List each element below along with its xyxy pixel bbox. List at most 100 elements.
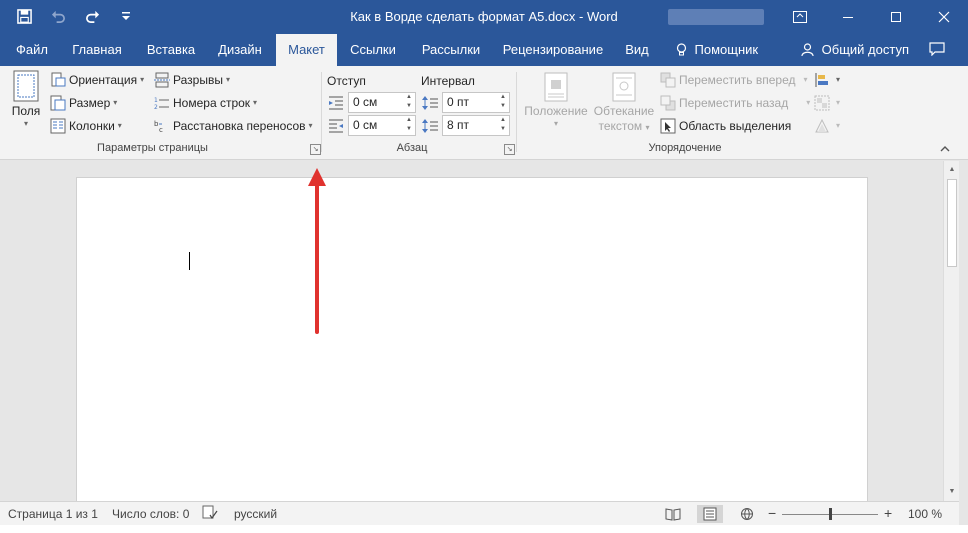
hyphenation-label: Расстановка переносов [173,119,306,133]
word-count[interactable]: Число слов: 0 [112,507,189,521]
maximize-icon[interactable] [872,0,920,34]
group-separator [321,72,322,152]
line-numbers-icon: 12 [154,97,169,111]
line-numbers-button[interactable]: 12 Номера строк ▾ [154,93,257,113]
document-page[interactable] [76,177,868,507]
ribbon-display-options-icon[interactable] [776,0,824,34]
zoom-in-button[interactable]: + [884,505,892,521]
window-edge [959,161,968,533]
tab-references[interactable]: Ссылки [343,34,403,66]
spinner-arrows-icon[interactable]: ▲ ▼ [403,116,415,135]
align-icon [815,73,828,87]
rotate-icon [815,118,829,133]
group-separator [516,72,517,152]
margins-button[interactable]: Поля ▾ [6,70,46,128]
tab-review[interactable]: Рецензирование [498,34,608,66]
collapse-ribbon-icon[interactable] [940,144,950,155]
tab-mailings[interactable]: Рассылки [414,34,488,66]
hyphenation-icon: bc [154,120,163,134]
position-label: Положение [524,104,588,118]
close-icon[interactable] [920,0,968,34]
share-button[interactable]: Общий доступ [800,34,910,66]
window-controls [776,0,968,34]
position-button[interactable]: Положение ▾ [522,72,590,128]
margins-label: Поля [11,104,41,118]
tab-layout[interactable]: Макет [276,34,337,66]
bring-forward-icon [660,72,676,88]
paragraph-dialog-launcher-icon[interactable]: ↘ [504,144,515,155]
spacing-before-input[interactable]: 0 пт ▲ ▼ [442,92,510,113]
print-layout-icon[interactable] [697,505,723,523]
indent-right-icon [329,119,343,132]
vertical-scrollbar[interactable]: ▲ ▼ [943,161,959,501]
indent-left-icon [329,96,343,109]
word-window: Как в Ворде сделать формат А5.docx - Wor… [0,0,968,533]
comments-icon[interactable] [922,34,952,66]
proofing-icon[interactable] [202,505,218,524]
tell-me-label: Помощник [694,42,759,57]
page-count[interactable]: Страница 1 из 1 [8,507,98,521]
orientation-button[interactable]: Ориентация ▾ [50,70,144,90]
send-backward-icon [660,95,676,111]
wrap-text-icon [612,72,636,102]
minimize-icon[interactable] [824,0,872,34]
spacing-after-input[interactable]: 8 пт ▲ ▼ [442,115,510,136]
status-bar: Страница 1 из 1 Число слов: 0 русский − … [0,501,959,525]
read-mode-icon[interactable] [660,505,686,523]
language[interactable]: русский [234,507,277,521]
indent-right-input[interactable]: 0 см ▲ ▼ [348,115,416,136]
spacing-label: Интервал [421,74,475,88]
indent-label: Отступ [327,74,366,88]
wrap-text-button[interactable]: Обтекание текстом ▾ [592,72,656,135]
hyphenation-button[interactable]: bc Расстановка переносов ▾ [154,116,313,136]
orientation-icon [51,72,66,87]
zoom-slider-thumb[interactable] [829,508,832,520]
document-area [0,161,943,507]
tab-design[interactable]: Дизайн [211,34,269,66]
zoom-level[interactable]: 100 % [908,507,942,521]
tab-file[interactable]: Файл [6,34,58,66]
align-button[interactable]: ▾ [814,70,840,90]
scrollbar-thumb[interactable] [947,179,957,267]
columns-button[interactable]: Колонки ▾ [50,116,122,136]
tab-home[interactable]: Главная [66,34,128,66]
bring-forward-button[interactable]: Переместить вперед ▾ [660,70,808,90]
tab-view[interactable]: Вид [618,34,656,66]
indent-right-control: 0 см ▲ ▼ [327,115,416,136]
selection-pane-label: Область выделения [679,119,792,133]
group-objects-button[interactable]: ▾ [814,93,840,113]
red-arrow-annotation [308,168,326,334]
arrange-group-label: Упорядочение [648,142,722,154]
svg-text:c: c [159,126,163,134]
spacing-before-icon [422,95,438,110]
svg-text:2: 2 [154,104,158,111]
send-backward-label: Переместить назад [679,96,789,110]
bottom-border [0,525,968,533]
tab-tell-me[interactable]: Помощник [672,34,762,66]
spinner-arrows-icon[interactable]: ▲ ▼ [497,93,509,112]
breaks-button[interactable]: Разрывы ▾ [154,70,230,90]
selection-pane-button[interactable]: Область выделения [660,116,791,136]
scroll-up-icon[interactable]: ▲ [944,163,960,177]
title-bar: Как в Ворде сделать формат А5.docx - Wor… [0,0,968,34]
spacing-after-control: 8 пт ▲ ▼ [421,115,510,136]
scroll-down-icon[interactable]: ▼ [944,485,960,499]
account-name-redacted [668,9,764,25]
spinner-arrows-icon[interactable]: ▲ ▼ [403,93,415,112]
web-layout-icon[interactable] [734,505,760,523]
bring-forward-label: Переместить вперед [679,73,796,87]
send-backward-button[interactable]: Переместить назад ▾ [660,93,810,113]
breaks-label: Разрывы [173,73,223,87]
zoom-out-button[interactable]: − [768,505,776,521]
page-setup-dialog-launcher-icon[interactable]: ↘ [310,144,321,155]
page-setup-group-label: Параметры страницы [97,142,208,154]
tab-insert[interactable]: Вставка [139,34,203,66]
indent-left-input[interactable]: 0 см ▲ ▼ [348,92,416,113]
margins-icon [13,70,39,102]
person-icon [801,42,818,57]
spinner-arrows-icon[interactable]: ▲ ▼ [497,116,509,135]
group-objects-icon [814,95,830,111]
rotate-button[interactable]: ▾ [814,116,840,136]
ribbon: Поля ▾ Ориентация ▾ Размер ▾ Колонки ▾ Разр… [0,66,968,160]
size-button[interactable]: Размер ▾ [50,93,117,113]
